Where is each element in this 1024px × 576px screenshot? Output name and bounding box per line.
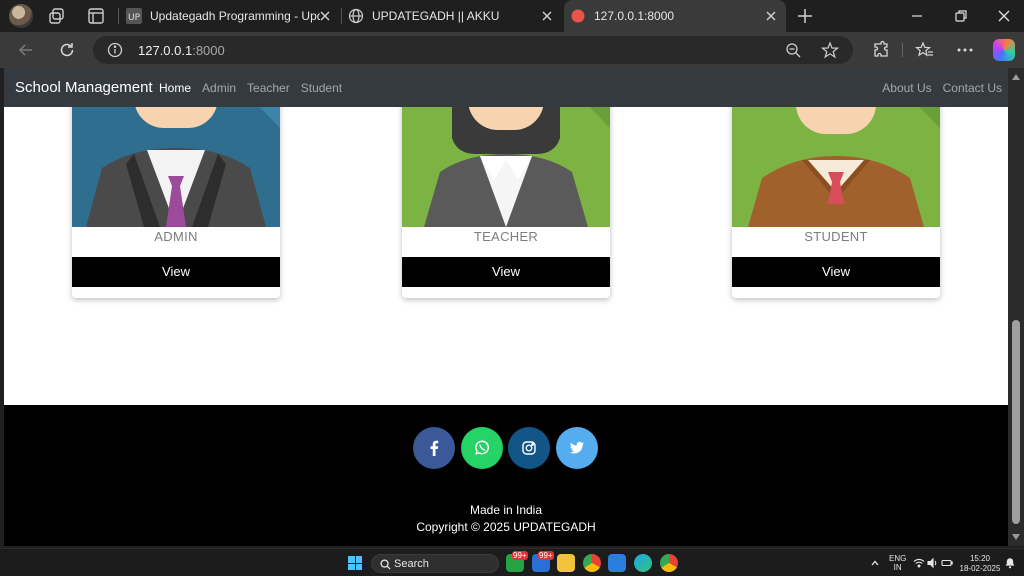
minimize-icon[interactable] [907,6,927,26]
favorite-star-icon[interactable] [821,41,839,59]
browser-toolbar: 127.0.0.1:8000 [0,32,1024,68]
svg-text:UP: UP [128,13,141,23]
site-info-icon[interactable] [107,42,123,58]
chrome-icon[interactable] [583,554,601,572]
site-brand[interactable]: School Management [15,79,153,96]
teacher-view-button[interactable]: View [402,257,610,287]
workspaces-icon[interactable] [47,6,67,26]
new-tab-icon[interactable] [795,6,815,26]
page-scrollbar[interactable] [1008,68,1024,546]
notification-badge: 99+ [512,551,528,560]
close-window-icon[interactable] [994,6,1014,26]
nav-home[interactable]: Home [159,81,191,95]
facebook-button[interactable] [413,427,455,469]
tab-title: 127.0.0.1:8000 [594,9,675,23]
edge-icon[interactable] [634,554,652,572]
whatsapp-icon [475,440,489,455]
facebook-icon [430,440,439,456]
zoom-out-icon[interactable] [785,42,801,58]
globe-icon [348,8,364,24]
tab-actions-icon[interactable] [86,6,106,26]
system-clock[interactable]: 15:20 18-02-2025 [958,554,1002,574]
tab-updategadh-akku[interactable]: UPDATEGADH || AKKU [348,0,562,32]
windows-start-icon[interactable] [348,556,362,570]
profile-avatar[interactable] [9,4,33,28]
close-tab-icon[interactable] [764,9,778,23]
nav-links: Home Admin Teacher Student [159,81,353,95]
notification-badge: 99+ [538,551,554,560]
address-bar[interactable]: 127.0.0.1:8000 [93,36,853,64]
whatsapp-button[interactable] [461,427,503,469]
refresh-icon[interactable] [57,40,77,60]
more-options-icon[interactable] [955,40,975,60]
page-viewport: ADMIN View TEACHER View STUDENT View Sch… [4,68,1008,546]
nav-about-us[interactable]: About Us [882,81,931,95]
extensions-icon[interactable] [871,40,891,60]
wifi-icon[interactable] [913,557,925,569]
nav-links-right: About Us Contact Us [871,81,1002,95]
nav-teacher[interactable]: Teacher [247,81,290,95]
nav-contact-us[interactable]: Contact Us [943,81,1002,95]
back-icon[interactable] [16,40,36,60]
chevron-up-icon[interactable] [870,558,880,568]
file-explorer-icon[interactable] [557,554,575,572]
restore-icon[interactable] [951,6,971,26]
recording-dot-icon [571,9,585,23]
battery-icon[interactable] [941,557,953,569]
scrollbar-thumb[interactable] [1012,320,1020,524]
card-label: STUDENT [804,229,868,244]
copilot-icon[interactable] [993,39,1015,61]
chrome-profile-icon[interactable] [660,554,678,572]
nav-student[interactable]: Student [301,81,342,95]
site-navbar: School Management Home Admin Teacher Stu… [4,68,1008,107]
windows-taskbar: Search 99+ 99+ ENG IN 15:20 18-02-2025 [0,548,1024,576]
search-label: Search [394,558,429,570]
site-favicon-icon: UP [126,8,142,24]
browser-tab-bar: UP Updategadh Programming - Upd UPDATEGA… [0,0,1024,32]
site-footer: Made in India Copyright © 2025 UPDATEGAD… [4,405,1008,546]
student-view-button[interactable]: View [732,257,940,287]
close-tab-icon[interactable] [318,9,332,23]
nav-admin[interactable]: Admin [202,81,236,95]
tab-updategadh-programming[interactable]: UP Updategadh Programming - Upd [126,0,340,32]
volume-icon[interactable] [927,557,939,569]
url-text: 127.0.0.1:8000 [138,43,225,58]
instagram-button[interactable] [508,427,550,469]
scroll-up-icon[interactable] [1012,74,1020,80]
twitter-button[interactable] [556,427,598,469]
favorites-icon[interactable] [915,40,935,60]
twitter-icon [570,441,584,454]
notifications-bell-icon[interactable] [1004,557,1016,569]
made-in-text: Made in India [469,503,543,517]
card-label: ADMIN [154,229,198,244]
mail-app-icon[interactable]: 99+ [532,551,554,572]
close-tab-icon[interactable] [540,9,554,23]
tab-title: Updategadh Programming - Upd [150,9,320,23]
taskbar-search[interactable]: Search [371,554,499,573]
card-label: TEACHER [473,229,539,244]
vscode-icon[interactable] [608,554,626,572]
whatsapp-app-icon[interactable]: 99+ [506,551,528,572]
instagram-icon [522,441,536,455]
scroll-down-icon[interactable] [1012,534,1020,540]
language-indicator[interactable]: ENG IN [889,554,906,572]
copyright-text: Copyright © 2025 UPDATEGADH [416,520,596,534]
admin-view-button[interactable]: View [72,257,280,287]
tab-title: UPDATEGADH || AKKU [372,9,500,23]
tab-localhost[interactable]: 127.0.0.1:8000 [564,0,786,32]
search-icon [380,559,391,570]
